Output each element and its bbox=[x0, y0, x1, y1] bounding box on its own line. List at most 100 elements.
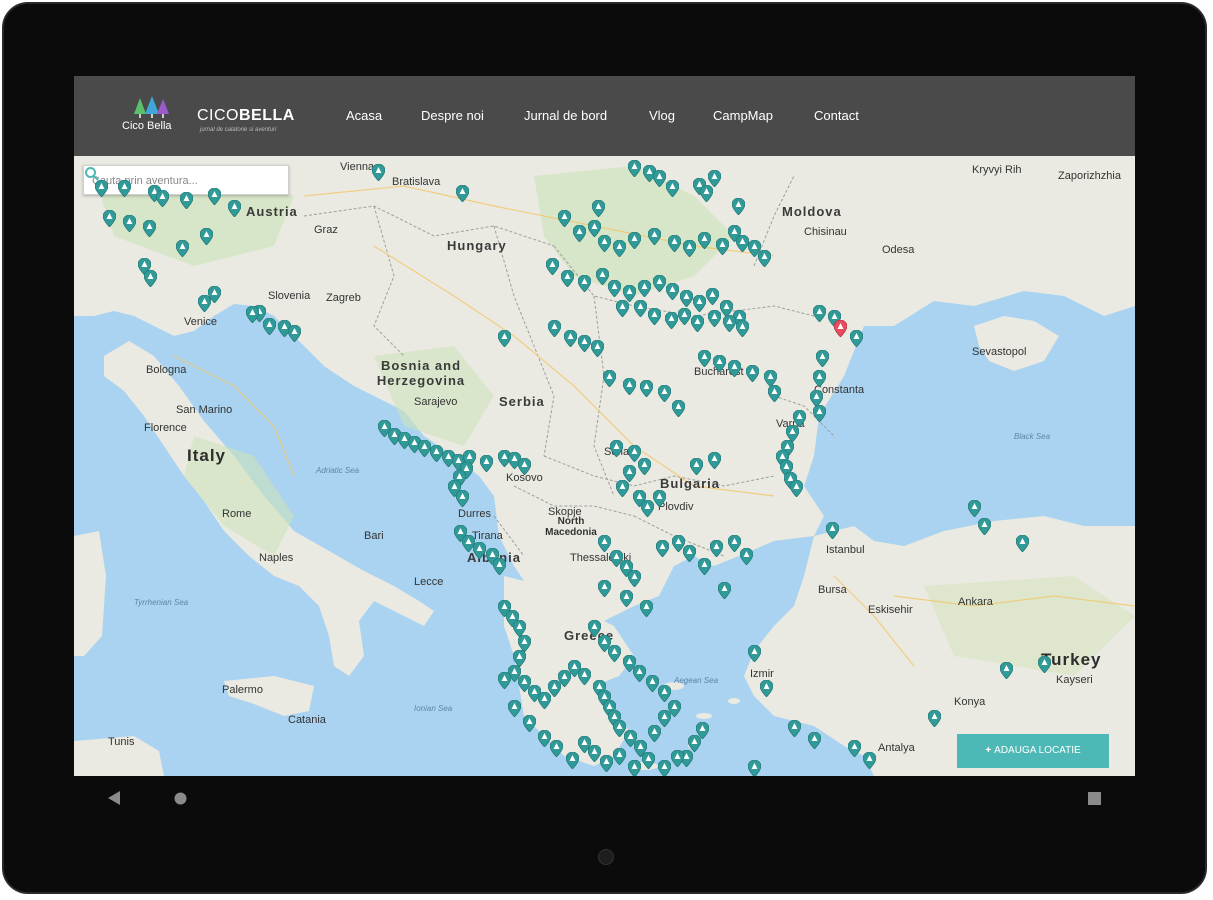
campsite-marker-icon[interactable] bbox=[736, 320, 749, 337]
campsite-marker-icon[interactable] bbox=[653, 490, 666, 507]
campsite-marker-icon[interactable] bbox=[668, 700, 681, 717]
campsite-marker-icon[interactable] bbox=[498, 330, 511, 347]
campsite-marker-icon[interactable] bbox=[683, 545, 696, 562]
campsite-marker-icon[interactable] bbox=[848, 740, 861, 757]
campsite-marker-icon[interactable] bbox=[698, 232, 711, 249]
campsite-marker-icon[interactable] bbox=[176, 240, 189, 257]
campsite-marker-icon[interactable] bbox=[710, 540, 723, 557]
campsite-marker-icon[interactable] bbox=[598, 235, 611, 252]
campsite-marker-icon[interactable] bbox=[573, 225, 586, 242]
campsite-marker-icon[interactable] bbox=[658, 385, 671, 402]
campsite-marker-icon[interactable] bbox=[648, 725, 661, 742]
campsite-marker-icon[interactable] bbox=[623, 655, 636, 672]
campsite-marker-icon[interactable] bbox=[790, 480, 803, 497]
campsite-marker-icon[interactable] bbox=[634, 300, 647, 317]
campsite-marker-icon[interactable] bbox=[653, 275, 666, 292]
campsite-marker-icon[interactable] bbox=[288, 325, 301, 342]
campsite-marker-icon[interactable] bbox=[748, 645, 761, 662]
campsite-marker-icon[interactable] bbox=[628, 160, 641, 177]
campsite-marker-icon[interactable] bbox=[728, 360, 741, 377]
campsite-marker-icon[interactable] bbox=[813, 370, 826, 387]
campsite-marker-icon[interactable] bbox=[616, 480, 629, 497]
campsite-marker-icon[interactable] bbox=[718, 582, 731, 599]
campsite-marker-icon[interactable] bbox=[620, 590, 633, 607]
campsite-marker-icon[interactable] bbox=[208, 286, 221, 303]
campsite-marker-icon[interactable] bbox=[746, 365, 759, 382]
campsite-marker-icon[interactable] bbox=[456, 490, 469, 507]
recents-square-icon[interactable] bbox=[1088, 792, 1101, 805]
campsite-marker-icon[interactable] bbox=[564, 330, 577, 347]
campsite-marker-icon[interactable] bbox=[683, 240, 696, 257]
campsite-marker-icon[interactable] bbox=[95, 180, 108, 197]
campsite-marker-icon[interactable] bbox=[228, 200, 241, 217]
campsite-marker-icon[interactable] bbox=[698, 558, 711, 575]
campsite-marker-icon[interactable] bbox=[578, 668, 591, 685]
home-circle-icon[interactable] bbox=[174, 792, 187, 805]
campsite-marker-icon[interactable] bbox=[813, 305, 826, 322]
campsite-marker-icon[interactable] bbox=[123, 215, 136, 232]
campsite-marker-icon[interactable] bbox=[550, 740, 563, 757]
campsite-marker-icon[interactable] bbox=[760, 680, 773, 697]
campsite-marker-icon[interactable] bbox=[696, 722, 709, 739]
campsite-marker-icon[interactable] bbox=[700, 185, 713, 202]
campsite-marker-icon[interactable] bbox=[648, 228, 661, 245]
campsite-marker-icon[interactable] bbox=[546, 258, 559, 275]
campsite-marker-icon[interactable] bbox=[816, 350, 829, 367]
campsite-marker-icon[interactable] bbox=[608, 280, 621, 297]
campsite-marker-icon[interactable] bbox=[610, 440, 623, 457]
campsite-marker-icon[interactable] bbox=[578, 335, 591, 352]
campsite-marker-icon[interactable] bbox=[968, 500, 981, 517]
campsite-marker-icon[interactable] bbox=[498, 672, 511, 689]
campsite-marker-icon[interactable] bbox=[600, 755, 613, 772]
campsite-marker-icon[interactable] bbox=[628, 760, 641, 776]
campsite-marker-icon[interactable] bbox=[208, 188, 221, 205]
campsite-marker-icon[interactable] bbox=[706, 288, 719, 305]
campsite-marker-icon[interactable] bbox=[566, 752, 579, 769]
nav-jurnal-de-bord[interactable]: Jurnal de bord bbox=[524, 108, 607, 123]
campsite-marker-icon[interactable] bbox=[638, 280, 651, 297]
campsite-marker-icon[interactable] bbox=[518, 458, 531, 475]
campsite-marker-icon[interactable] bbox=[732, 198, 745, 215]
campsite-marker-icon[interactable] bbox=[658, 685, 671, 702]
campsite-marker-icon[interactable] bbox=[180, 192, 193, 209]
campsite-marker-icon[interactable] bbox=[665, 312, 678, 329]
campsite-marker-icon[interactable] bbox=[493, 558, 506, 575]
campsite-marker-icon[interactable] bbox=[708, 452, 721, 469]
campsite-marker-icon[interactable] bbox=[826, 522, 839, 539]
campsite-marker-icon[interactable] bbox=[740, 548, 753, 565]
campsite-marker-icon[interactable] bbox=[666, 283, 679, 300]
campsite-marker-icon[interactable] bbox=[561, 270, 574, 287]
campsite-marker-icon[interactable] bbox=[656, 540, 669, 557]
nav-acasa[interactable]: Acasa bbox=[346, 108, 382, 123]
campsite-marker-icon[interactable] bbox=[613, 748, 626, 765]
campsite-marker-icon[interactable] bbox=[658, 760, 671, 776]
campsite-marker-icon[interactable] bbox=[723, 315, 736, 332]
campsite-marker-icon[interactable] bbox=[456, 185, 469, 202]
campsite-marker-icon[interactable] bbox=[103, 210, 116, 227]
campsite-marker-icon[interactable] bbox=[200, 228, 213, 245]
campsite-marker-icon[interactable] bbox=[156, 190, 169, 207]
campsite-marker-icon[interactable] bbox=[708, 310, 721, 327]
campsite-marker-icon[interactable] bbox=[690, 458, 703, 475]
logo-trees-icon[interactable] bbox=[132, 96, 172, 118]
campsite-marker-icon[interactable] bbox=[748, 760, 761, 776]
campsite-marker-icon[interactable] bbox=[480, 455, 493, 472]
campsite-marker-icon[interactable] bbox=[693, 295, 706, 312]
campsite-marker-icon[interactable] bbox=[1038, 656, 1051, 673]
campsite-marker-icon[interactable] bbox=[850, 330, 863, 347]
campsite-marker-icon[interactable] bbox=[813, 405, 826, 422]
campsite-marker-icon[interactable] bbox=[642, 752, 655, 769]
campsite-marker-icon[interactable] bbox=[628, 570, 641, 587]
campsite-marker-icon[interactable] bbox=[558, 210, 571, 227]
campsite-marker-icon[interactable] bbox=[863, 752, 876, 769]
campsite-marker-icon[interactable] bbox=[523, 715, 536, 732]
campsite-marker-icon[interactable] bbox=[808, 732, 821, 749]
campsite-marker-icon[interactable] bbox=[640, 380, 653, 397]
campsite-marker-icon[interactable] bbox=[598, 580, 611, 597]
campsite-marker-icon[interactable] bbox=[638, 458, 651, 475]
campsite-marker-icon[interactable] bbox=[592, 200, 605, 217]
campsite-marker-icon[interactable] bbox=[118, 180, 131, 197]
brand-name[interactable]: CICOBELLA bbox=[197, 107, 295, 125]
campsite-marker-icon[interactable] bbox=[1016, 535, 1029, 552]
campsite-marker-icon[interactable] bbox=[143, 220, 156, 237]
